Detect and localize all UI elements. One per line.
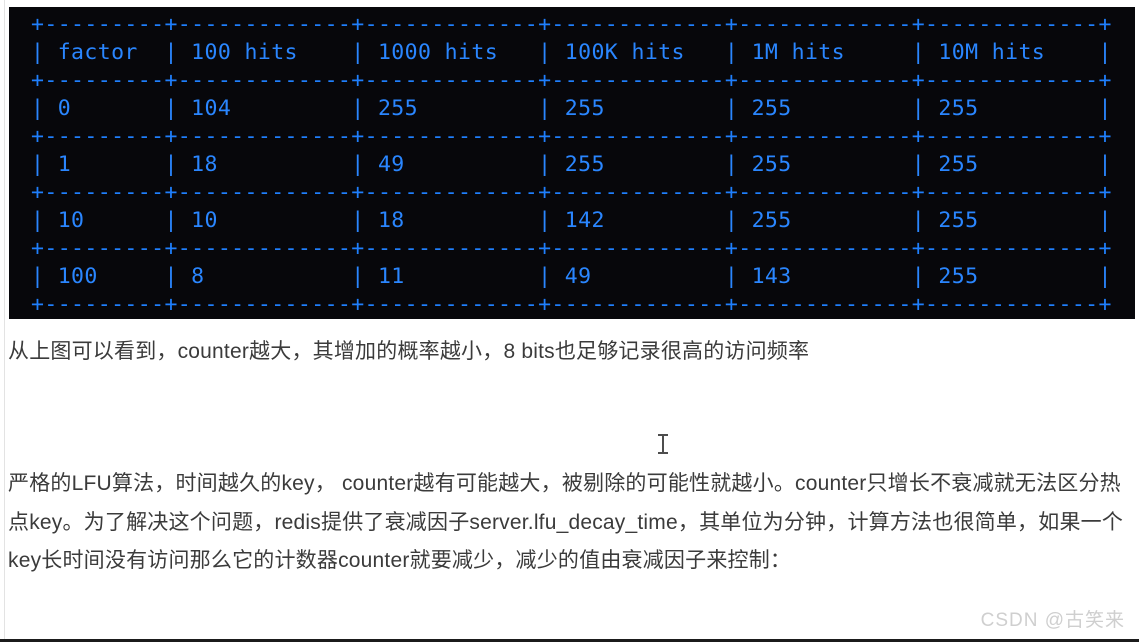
table-row: | 1 | 18 | 49 | 255 | 255 | 255 |: [31, 152, 1112, 177]
left-gutter-rule: [0, 0, 5, 642]
ibeam-cap-bottom: [658, 452, 668, 454]
table-separator-top: +---------+-------------+-------------+-…: [31, 12, 1112, 37]
article-page: +---------+-------------+-------------+-…: [0, 0, 1139, 642]
table-separator-3: +---------+-------------+-------------+-…: [31, 180, 1112, 205]
terminal-code-block: +---------+-------------+-------------+-…: [9, 7, 1135, 319]
table-separator-2: +---------+-------------+-------------+-…: [31, 124, 1112, 149]
paragraph-lfu-decay: 严格的LFU算法，时间越久的key， counter越有可能越大，被剔除的可能性…: [8, 472, 1124, 572]
table-separator-4: +---------+-------------+-------------+-…: [31, 236, 1112, 261]
table-header-row: | factor | 100 hits | 1000 hits | 100K h…: [31, 40, 1112, 65]
table-separator-bottom: +---------+-------------+-------------+-…: [31, 292, 1112, 317]
ibeam-stem: [662, 436, 664, 452]
table-separator-1: +---------+-------------+-------------+-…: [31, 68, 1112, 93]
table-row: | 0 | 104 | 255 | 255 | 255 | 255 |: [31, 96, 1112, 121]
text-ibeam-cursor-icon: [658, 434, 668, 454]
paragraph-counter-probability: 从上图可以看到，counter越大，其增加的概率越小，8 bits也足够记录很高…: [8, 340, 810, 363]
terminal-content: +---------+-------------+-------------+-…: [9, 7, 1135, 319]
csdn-watermark: CSDN @古笑来: [980, 610, 1125, 631]
table-row: | 10 | 10 | 18 | 142 | 255 | 255 |: [31, 208, 1112, 233]
table-row: | 100 | 8 | 11 | 49 | 143 | 255 |: [31, 264, 1112, 289]
